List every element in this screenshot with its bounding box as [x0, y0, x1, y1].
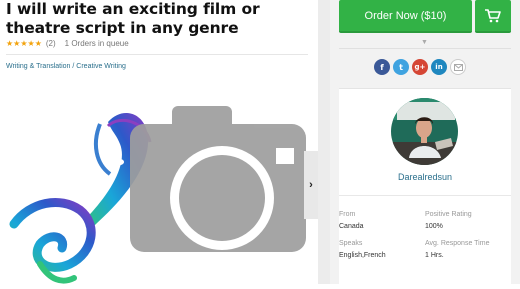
orders-in-queue: 1 Orders in queue [64, 38, 129, 48]
from-label: From [339, 211, 356, 218]
envelope-icon [453, 63, 463, 71]
email-icon[interactable] [450, 59, 466, 75]
divider [6, 54, 308, 55]
theatre-mask-icon [9, 113, 152, 284]
review-count[interactable]: (2) [46, 39, 56, 48]
positive-rating-value: 100% [425, 223, 443, 230]
google-plus-icon[interactable]: g+ [412, 59, 428, 75]
divider [339, 195, 511, 196]
column-divider [318, 0, 330, 284]
response-time-label: Avg. Response Time [425, 240, 490, 247]
share-buttons: f t g+ in [374, 59, 466, 75]
next-slide-button[interactable]: › [304, 151, 318, 219]
gig-sidebar: Order Now ($10) ▼ f t g+ in Darealredsun… [330, 0, 520, 285]
chevron-down-icon: ▼ [421, 39, 428, 46]
star-rating[interactable]: ★★★★★ [6, 39, 42, 48]
positive-rating-label: Positive Rating [425, 211, 472, 218]
from-value: Canada [339, 223, 364, 230]
divider [339, 48, 511, 49]
add-to-cart-button[interactable] [475, 0, 511, 33]
order-now-button[interactable]: Order Now ($10) [339, 0, 472, 33]
gig-gallery[interactable]: › [0, 84, 318, 284]
chevron-right-icon: › [309, 179, 313, 191]
facebook-icon[interactable]: f [374, 59, 390, 75]
linkedin-icon[interactable]: in [431, 59, 447, 75]
speaks-label: Speaks [339, 240, 363, 247]
avatar-image [391, 98, 458, 165]
twitter-icon[interactable]: t [393, 59, 409, 75]
category-breadcrumb[interactable]: Writing & Translation / Creative Writing [6, 63, 126, 70]
gig-main: I will write an exciting film or theatre… [0, 0, 318, 284]
seller-card: Darealredsun From Canada Positive Rating… [339, 88, 511, 285]
speaks-value: English,French [339, 252, 386, 259]
seller-avatar[interactable] [391, 98, 458, 165]
seller-name[interactable]: Darealredsun [339, 172, 511, 182]
rating-row: ★★★★★ (2) 1 Orders in queue [6, 37, 129, 49]
gig-title: I will write an exciting film or theatre… [6, 0, 260, 37]
gallery-image [9, 106, 306, 284]
response-time-value: 1 Hrs. [425, 252, 444, 259]
cart-icon [485, 8, 501, 22]
camera-icon [130, 106, 306, 252]
